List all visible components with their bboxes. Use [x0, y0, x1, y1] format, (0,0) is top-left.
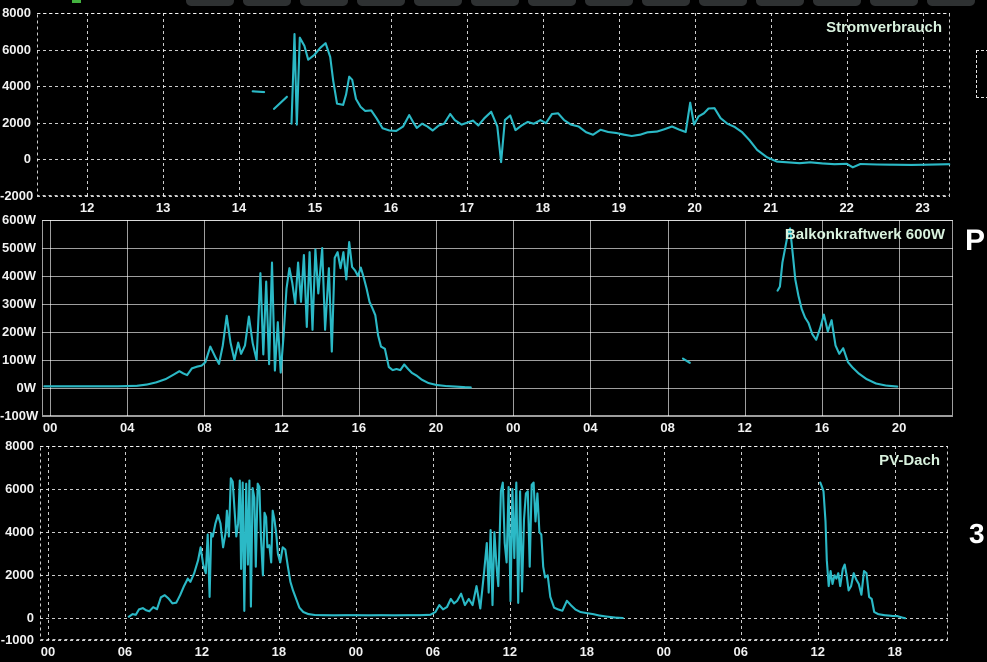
y-tick-label: 400W [2, 268, 36, 283]
x-tick-label: 12 [274, 420, 289, 435]
x-tick-label: 20 [428, 420, 444, 435]
plot-area-pv-dach[interactable] [40, 446, 948, 641]
x-tick-label: 22 [839, 200, 854, 215]
top-tab[interactable] [870, 0, 918, 6]
top-tab[interactable] [414, 0, 462, 6]
x-tick-label: 16 [814, 420, 830, 435]
y-tick-label: 8000 [5, 438, 34, 453]
right-pane-text-3: 3 [969, 518, 985, 549]
y-tick-label: 200W [2, 324, 36, 339]
x-tick-label: 16 [351, 420, 367, 435]
y-tick-label: 6000 [2, 41, 31, 57]
x-tick-label: 06 [117, 644, 133, 659]
x-tick-label: 17 [459, 200, 475, 215]
top-tab[interactable] [243, 0, 291, 6]
top-tab[interactable] [528, 0, 576, 6]
top-tab[interactable] [756, 0, 804, 6]
x-tick-label: 06 [733, 644, 749, 659]
x-tick-label: 15 [307, 200, 323, 215]
x-tick-label: 13 [155, 200, 171, 215]
top-tab[interactable] [927, 0, 975, 6]
x-tick-label: 16 [383, 200, 399, 215]
x-tick-label: 00 [505, 420, 521, 435]
top-tab[interactable] [186, 0, 234, 6]
x-tick-label: 08 [660, 420, 675, 435]
top-tab[interactable] [357, 0, 405, 6]
x-tick-label: 18 [535, 200, 551, 215]
top-tab[interactable] [585, 0, 633, 6]
plot-area-stromverbrauch[interactable] [37, 13, 951, 197]
y-tick-label: 6000 [5, 481, 34, 497]
x-tick-label: 12 [502, 644, 518, 659]
top-tab[interactable] [471, 0, 519, 6]
y-tick-label: -100W [0, 408, 39, 423]
y-tick-label: -2000 [0, 188, 34, 203]
y-tick-label: 300W [2, 296, 36, 311]
x-tick-label: 04 [583, 420, 598, 435]
y-tick-label: 4000 [5, 524, 34, 540]
x-tick-label: 20 [891, 420, 907, 435]
top-tab[interactable] [300, 0, 348, 6]
y-tick-label: 2000 [2, 114, 31, 130]
x-tick-label: 08 [197, 420, 212, 435]
right-pane-text-p: P [965, 224, 986, 257]
plot-area-balkonkraftwerk[interactable] [42, 220, 953, 417]
x-tick-label: 23 [915, 200, 930, 215]
x-tick-label: 18 [271, 644, 287, 659]
top-tab-strip [186, 0, 975, 6]
green-indicator-mark [72, 0, 81, 3]
x-tick-label: 00 [348, 644, 364, 659]
x-tick-label: 12 [810, 644, 825, 659]
top-tab[interactable] [642, 0, 690, 6]
x-tick-label: 18 [887, 644, 902, 659]
x-tick-label: 21 [763, 200, 778, 215]
x-tick-label: 12 [737, 420, 753, 435]
y-tick-label: 100W [2, 352, 36, 367]
top-tab[interactable] [699, 0, 747, 6]
y-tick-label: 4000 [2, 78, 31, 94]
x-tick-label: 00 [42, 420, 58, 435]
x-tick-label: 12 [79, 200, 95, 215]
x-tick-label: 14 [231, 200, 247, 215]
x-tick-label: 00 [40, 644, 56, 659]
y-tick-label: 500W [2, 240, 36, 255]
x-tick-label: 04 [120, 420, 135, 435]
y-tick-label: 0 [23, 151, 31, 167]
y-tick-label: 8000 [2, 5, 31, 20]
x-tick-label: 20 [687, 200, 703, 215]
top-tab[interactable] [813, 0, 861, 6]
x-tick-label: 06 [425, 644, 441, 659]
x-tick-label: 18 [579, 644, 595, 659]
x-tick-label: 12 [194, 644, 210, 659]
x-tick-label: 19 [611, 200, 627, 215]
x-tick-label: 00 [656, 644, 672, 659]
y-tick-label: 0W [16, 380, 37, 395]
y-tick-label: 2000 [5, 567, 34, 583]
y-tick-label: 600W [2, 212, 36, 227]
legend-cutoff-box[interactable] [976, 50, 987, 98]
y-tick-label: 0 [26, 610, 34, 626]
y-tick-label: -1000 [0, 632, 34, 647]
